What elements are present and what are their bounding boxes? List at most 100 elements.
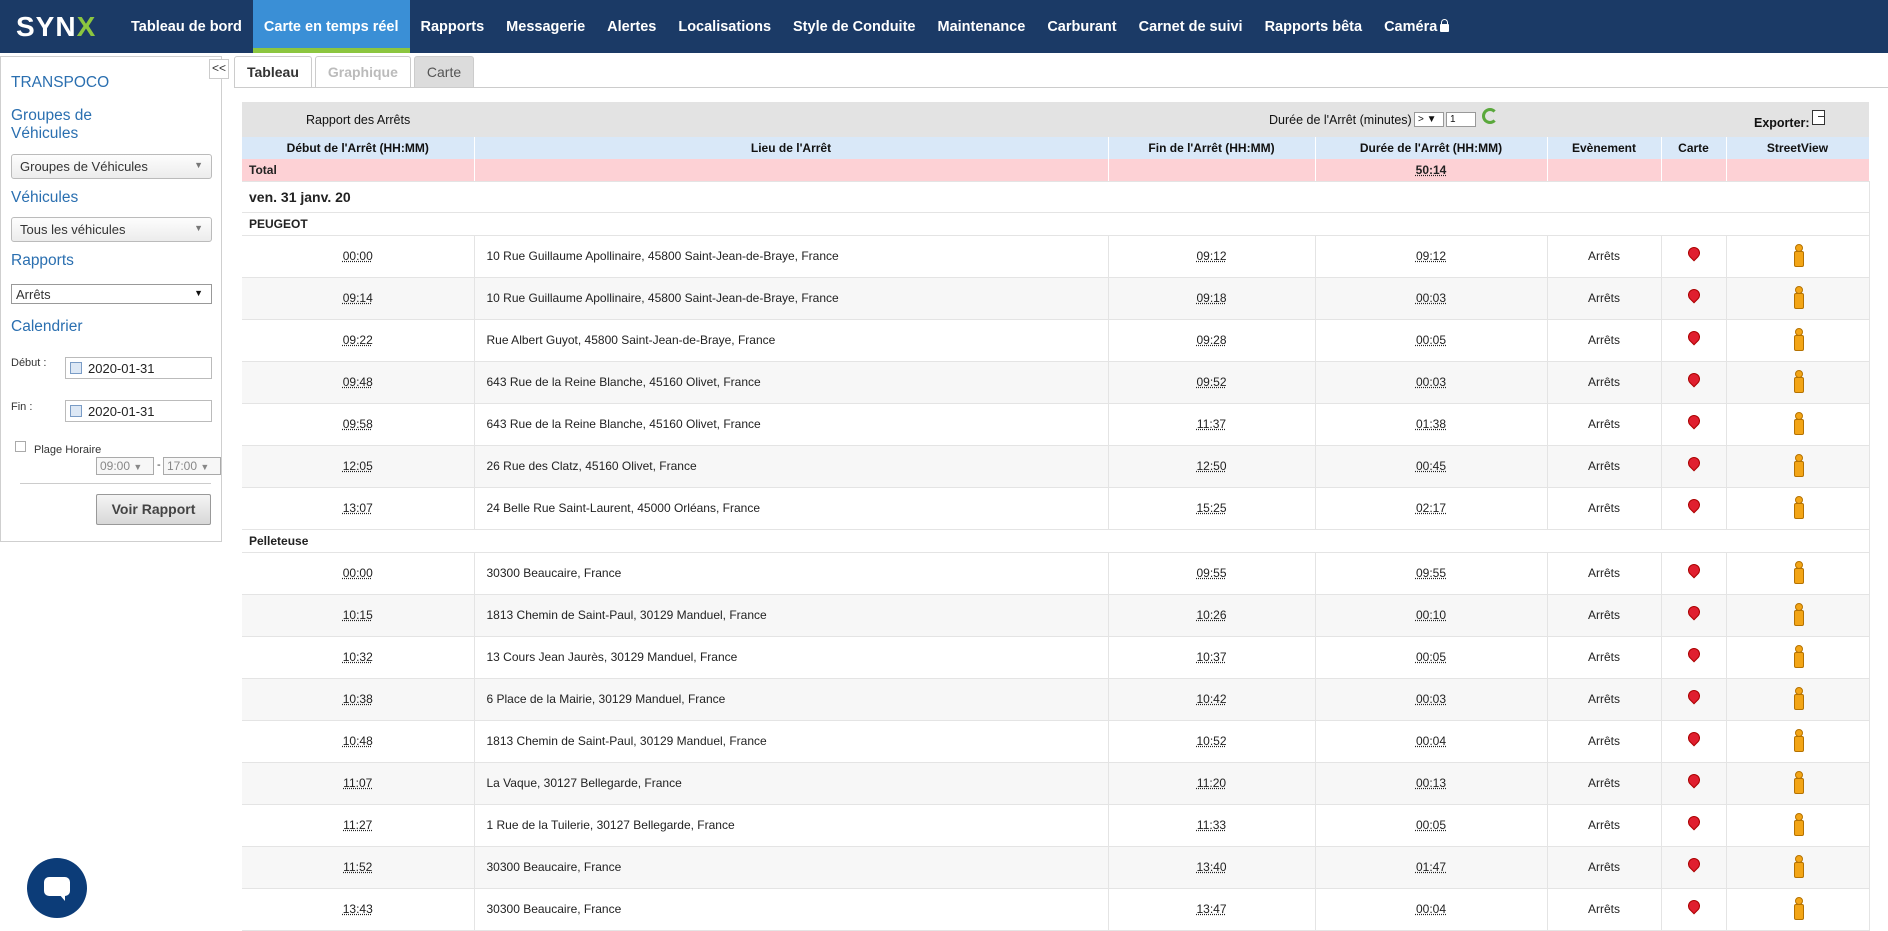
streetview-pegman-icon[interactable]: [1793, 560, 1804, 584]
streetview-pegman-icon[interactable]: [1793, 327, 1804, 351]
column-header[interactable]: Evènement: [1547, 137, 1662, 159]
export-icon[interactable]: [1812, 110, 1825, 125]
table-row: 13:07 24 Belle Rue Saint-Laurent, 45000 O…: [242, 487, 1870, 530]
time-to-select[interactable]: 17:00 ▼: [163, 457, 221, 475]
stop-event: Arrêts: [1547, 594, 1662, 637]
calendar-icon[interactable]: [70, 362, 82, 374]
nav-alerts[interactable]: Alertes: [596, 0, 667, 53]
map-pin-icon[interactable]: [1685, 729, 1702, 746]
duration-minutes-input[interactable]: 1: [1446, 112, 1476, 127]
streetview-pegman-icon[interactable]: [1793, 812, 1804, 836]
streetview-pegman-icon[interactable]: [1793, 411, 1804, 435]
nav-reports[interactable]: Rapports: [410, 0, 496, 53]
streetview-cell: [1726, 403, 1870, 446]
streetview-pegman-icon[interactable]: [1793, 770, 1804, 794]
column-header[interactable]: Carte: [1661, 137, 1727, 159]
nav-locations[interactable]: Localisations: [667, 0, 782, 53]
streetview-pegman-icon[interactable]: [1793, 686, 1804, 710]
column-header[interactable]: StreetView: [1726, 137, 1870, 159]
top-navigation: SYN X Tableau de bord Carte en temps réel…: [0, 0, 1888, 53]
vehicle-groups-title: Groupes de Véhicules: [11, 107, 92, 142]
time-from-select[interactable]: 09:00 ▼: [96, 457, 154, 475]
stop-duration: 00:10: [1315, 594, 1548, 637]
report-type-select[interactable]: Arrêts ▼: [11, 284, 212, 304]
nav-maintenance[interactable]: Maintenance: [926, 0, 1036, 53]
chevron-down-icon: ▼: [194, 160, 203, 170]
stop-location: 13 Cours Jean Jaurès, 30129 Manduel, Fra…: [474, 636, 1109, 679]
refresh-icon[interactable]: [1482, 108, 1498, 124]
map-pin-icon[interactable]: [1685, 645, 1702, 662]
stop-end-time: 15:25: [1108, 487, 1316, 530]
stop-end-time-value: 10:26: [1196, 608, 1227, 622]
stop-start-time-value: 13:43: [342, 902, 373, 916]
tab-chart[interactable]: Graphique: [314, 56, 411, 87]
map-pin-icon[interactable]: [1685, 813, 1702, 830]
map-pin-icon[interactable]: [1685, 603, 1702, 620]
start-date-input[interactable]: 2020-01-31: [65, 357, 212, 379]
nav-live-map[interactable]: Carte en temps réel: [252, 0, 410, 53]
streetview-pegman-icon[interactable]: [1793, 728, 1804, 752]
map-pin-icon[interactable]: [1685, 412, 1702, 429]
vehicle-groups-value: Groupes de Véhicules: [20, 159, 148, 174]
map-pin-icon[interactable]: [1685, 286, 1702, 303]
stop-end-time-value: 13:47: [1196, 902, 1227, 916]
vehicle-groups-select[interactable]: Groupes de Véhicules ▼: [11, 154, 212, 179]
nav-dashboard[interactable]: Tableau de bord: [120, 0, 253, 53]
nav-beta-reports[interactable]: Rapports bêta: [1254, 0, 1374, 53]
tab-map[interactable]: Carte: [413, 56, 475, 87]
map-cell: [1661, 678, 1727, 721]
nav-camera[interactable]: Caméra: [1373, 0, 1460, 53]
nav-fuel[interactable]: Carburant: [1036, 0, 1127, 53]
column-header[interactable]: Lieu de l'Arrêt: [474, 137, 1109, 159]
map-pin-icon[interactable]: [1685, 244, 1702, 261]
duration-operator-select[interactable]: > ▼: [1414, 112, 1444, 127]
synx-logo[interactable]: SYN X: [0, 0, 120, 53]
nav-logbook[interactable]: Carnet de suivi: [1128, 0, 1254, 53]
chevron-down-icon: ▼: [194, 288, 203, 298]
streetview-pegman-icon[interactable]: [1793, 602, 1804, 626]
table-row: 10:38 6 Place de la Mairie, 30129 Manduel…: [242, 678, 1870, 721]
map-pin-icon[interactable]: [1685, 454, 1702, 471]
column-header[interactable]: Fin de l'Arrêt (HH:MM): [1108, 137, 1316, 159]
view-report-button[interactable]: Voir Rapport: [96, 494, 211, 525]
tab-table[interactable]: Tableau: [234, 56, 312, 88]
reports-title: Rapports: [11, 252, 74, 269]
vehicles-select[interactable]: Tous les véhicules ▼: [11, 217, 212, 242]
collapse-sidebar-button[interactable]: <<: [209, 59, 229, 79]
streetview-pegman-icon[interactable]: [1793, 285, 1804, 309]
map-pin-icon[interactable]: [1685, 496, 1702, 513]
map-pin-icon[interactable]: [1685, 771, 1702, 788]
streetview-pegman-icon[interactable]: [1793, 495, 1804, 519]
column-header[interactable]: Durée de l'Arrêt (HH:MM): [1315, 137, 1548, 159]
streetview-pegman-icon[interactable]: [1793, 369, 1804, 393]
streetview-pegman-icon[interactable]: [1793, 854, 1804, 878]
nav-driving-style[interactable]: Style de Conduite: [782, 0, 926, 53]
map-pin-icon[interactable]: [1685, 855, 1702, 872]
time-range-checkbox[interactable]: [15, 441, 26, 452]
map-pin-icon[interactable]: [1685, 561, 1702, 578]
nav-messaging[interactable]: Messagerie: [495, 0, 596, 53]
streetview-pegman-icon[interactable]: [1793, 896, 1804, 920]
stop-duration-value: 09:12: [1415, 249, 1447, 263]
stop-duration: 00:13: [1315, 762, 1548, 805]
chat-button[interactable]: [27, 858, 87, 918]
map-pin-icon[interactable]: [1685, 328, 1702, 345]
stops-report: Rapport des Arrêts Durée de l'Arrêt (min…: [242, 102, 1870, 931]
streetview-pegman-icon[interactable]: [1793, 243, 1804, 267]
streetview-pegman-icon[interactable]: [1793, 644, 1804, 668]
table-row: 11:27 1 Rue de la Tuilerie, 30127 Bellega…: [242, 804, 1870, 847]
time-to-value: 17:00: [167, 459, 198, 473]
time-separator: -: [157, 459, 161, 471]
stop-start-time: 09:22: [242, 319, 475, 362]
calendar-icon[interactable]: [70, 405, 82, 417]
map-pin-icon[interactable]: [1685, 687, 1702, 704]
streetview-pegman-icon[interactable]: [1793, 453, 1804, 477]
streetview-cell: [1726, 888, 1870, 931]
column-header[interactable]: Début de l'Arrêt (HH:MM): [242, 137, 475, 159]
map-pin-icon[interactable]: [1685, 897, 1702, 914]
map-pin-icon[interactable]: [1685, 370, 1702, 387]
stop-start-time-value: 10:32: [342, 650, 373, 664]
stop-event: Arrêts: [1547, 762, 1662, 805]
end-date-input[interactable]: 2020-01-31: [65, 400, 212, 422]
streetview-cell: [1726, 636, 1870, 679]
